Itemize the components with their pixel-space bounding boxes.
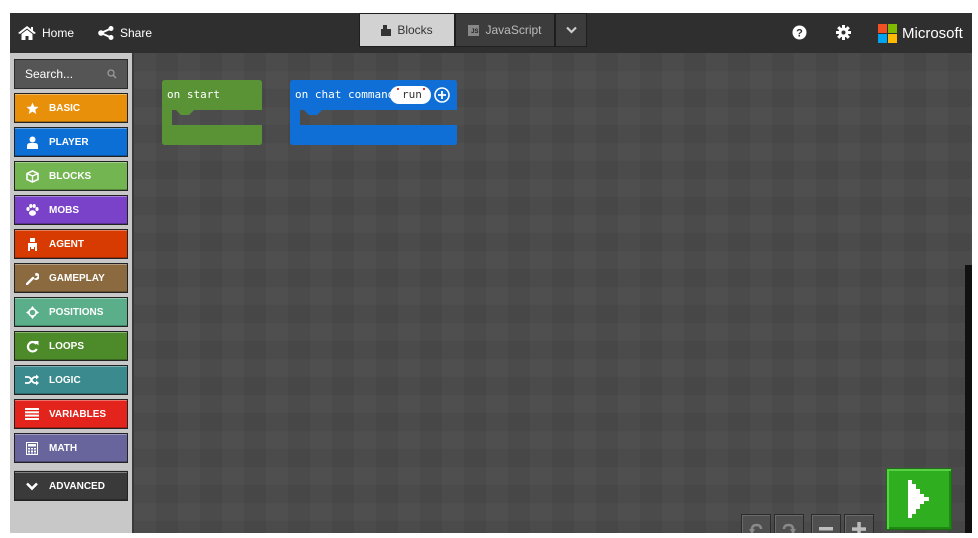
loop-icon [25,339,39,353]
editor-dropdown-button[interactable] [555,13,587,47]
category-label: LOOPS [49,340,85,352]
tab-javascript-label: JavaScript [485,23,542,37]
category-loops[interactable]: LOOPS [14,331,128,361]
search-input[interactable]: Search... [14,59,128,89]
tab-javascript[interactable]: JS JavaScript [455,13,555,47]
microsoft-logo [878,23,897,43]
share-button[interactable]: Share [98,13,152,53]
quote-mark [397,88,399,90]
paw-icon [25,203,39,217]
crosshair-icon [25,305,39,319]
redo-button[interactable] [774,514,804,533]
category-player[interactable]: PLAYER [14,127,128,157]
category-positions[interactable]: POSITIONS [14,297,128,327]
category-logic[interactable]: LOGIC [14,365,128,395]
add-parameter-icon[interactable] [434,87,450,103]
settings-button[interactable] [836,25,851,45]
search-placeholder: Search... [25,67,74,81]
command-text-field[interactable]: run [402,88,422,101]
zoom-in-icon [852,522,866,533]
cube-icon [25,169,39,183]
calculator-icon [25,441,39,455]
category-label: POSITIONS [49,306,104,318]
on-start-block[interactable]: on start [162,80,262,145]
brand-label: Microsoft [902,24,963,42]
blocks-icon [381,24,392,36]
tab-blocks-label: Blocks [397,23,433,37]
toolbox: Search... BASIC PLAYER BLOCKS MOBS AGENT… [10,53,134,533]
undo-button[interactable] [741,514,771,533]
microsoft-link[interactable]: Microsoft [878,13,963,53]
category-label: AGENT [49,238,84,250]
block-label: on chat command [295,88,395,101]
category-label: BLOCKS [49,170,92,182]
help-icon: ? [792,25,807,40]
category-label: PLAYER [49,136,89,148]
zoom-out-icon [819,527,833,531]
category-variables[interactable]: VARIABLES [14,399,128,429]
svg-text:?: ? [796,28,803,40]
category-gameplay[interactable]: GAMEPLAY [14,263,128,293]
makecode-editor: Home Share Blocks JS JavaScript ? Micros… [10,13,972,533]
chevron-down-icon [25,479,39,493]
gear-icon [836,25,851,40]
redo-icon [782,523,796,533]
list-icon [25,407,39,421]
zoom-in-button[interactable] [844,514,874,533]
category-mobs[interactable]: MOBS [14,195,128,225]
quote-mark [423,88,425,90]
on-chat-command-block[interactable]: on chat command run [290,80,457,145]
undo-icon [749,523,763,533]
player-icon [25,135,39,149]
play-icon [908,480,929,518]
wrench-icon [25,271,39,285]
category-basic[interactable]: BASIC [14,93,128,123]
share-icon [98,26,114,40]
category-label: VARIABLES [49,408,107,420]
blocks-workspace[interactable]: on start on chat command run [134,53,972,533]
home-button[interactable]: Home [18,13,74,53]
search-icon [107,69,117,79]
category-math[interactable]: MATH [14,433,128,463]
category-label: MATH [49,442,78,454]
category-label: ADVANCED [49,480,105,492]
chevron-down-icon [565,26,577,34]
tab-blocks[interactable]: Blocks [359,13,455,47]
javascript-icon: JS [468,24,480,36]
category-agent[interactable]: AGENT [14,229,128,259]
star-icon [25,101,39,115]
agent-icon [25,237,39,251]
run-button[interactable] [886,468,952,530]
category-label: MOBS [49,204,79,216]
category-label: GAMEPLAY [49,272,105,284]
category-advanced[interactable]: ADVANCED [14,471,128,501]
shuffle-icon [25,373,39,387]
block-label: on start [167,88,220,101]
category-label: LOGIC [49,374,81,386]
zoom-out-button[interactable] [811,514,841,533]
home-label: Home [42,26,75,40]
workspace-scrollbar[interactable] [965,265,972,533]
share-label: Share [120,26,153,40]
home-icon [18,26,36,40]
help-button[interactable]: ? [792,25,807,45]
top-bar: Home Share Blocks JS JavaScript ? Micros… [10,13,972,53]
category-blocks[interactable]: BLOCKS [14,161,128,191]
category-label: BASIC [49,102,81,114]
